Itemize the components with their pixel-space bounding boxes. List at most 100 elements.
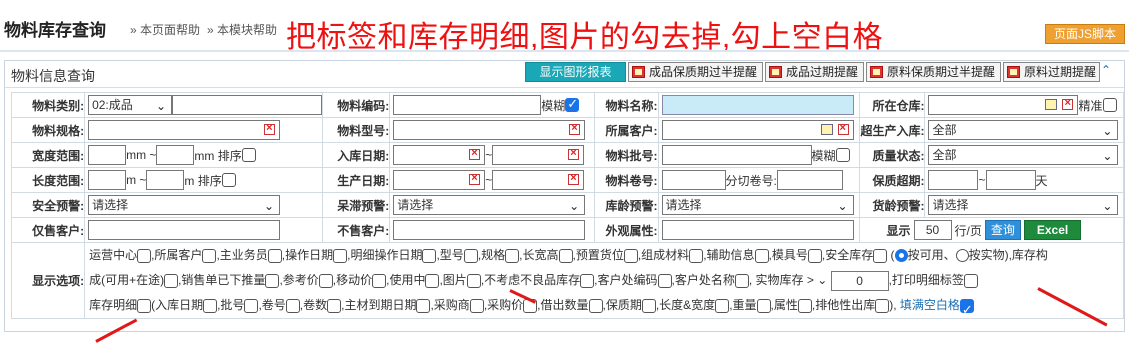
page-js-button[interactable]: 页面JS脚本 — [1045, 24, 1125, 44]
stock-threshold-input[interactable]: 0 — [830, 270, 889, 291]
page-help-link[interactable]: » 本页面帮助 — [130, 21, 200, 38]
option-checkbox[interactable] — [715, 298, 730, 313]
slit-roll-input[interactable] — [776, 170, 843, 190]
width-min-input[interactable] — [88, 145, 127, 165]
per-page-input[interactable]: 50 — [913, 220, 952, 240]
module-help-link[interactable]: » 本模块帮助 — [207, 21, 277, 38]
option-checkbox[interactable] — [333, 248, 348, 263]
picker-icon[interactable] — [820, 124, 833, 135]
inbound-date-to[interactable] — [492, 145, 585, 165]
excel-button[interactable]: Excel — [1023, 220, 1082, 240]
length-max-input[interactable] — [146, 170, 185, 190]
exact-checkbox[interactable] — [1102, 98, 1117, 112]
option-checkbox[interactable] — [463, 248, 478, 263]
production-date-from[interactable] — [393, 170, 486, 190]
spec-input[interactable] — [88, 120, 281, 140]
warehouse-input[interactable] — [928, 95, 1079, 115]
collapse-icon[interactable]: ⌃ — [1101, 63, 1111, 77]
stock-detail-checkbox[interactable] — [137, 298, 152, 313]
option-checkbox[interactable] — [754, 248, 769, 263]
stock-age-select[interactable]: 请选择 ⌄ — [661, 195, 854, 215]
option-checkbox[interactable] — [267, 248, 282, 263]
option-checkbox[interactable] — [797, 298, 812, 313]
option-checkbox[interactable] — [466, 273, 481, 288]
option-checkbox[interactable] — [734, 273, 749, 288]
material-code-input[interactable] — [393, 95, 542, 115]
query-button[interactable]: 查询 — [984, 220, 1021, 240]
quality-status-select[interactable]: 全部 ⌄ — [928, 145, 1119, 165]
fill-blank-checkbox[interactable] — [959, 297, 974, 322]
safety-warning-select[interactable]: 请选择 ⌄ — [88, 195, 281, 215]
inbound-date-from[interactable] — [393, 145, 486, 165]
option-checkbox[interactable] — [425, 273, 440, 288]
option-checkbox[interactable] — [265, 273, 280, 288]
option-checkbox[interactable] — [505, 248, 520, 263]
overdue-max-input[interactable] — [985, 170, 1036, 190]
length-min-input[interactable] — [88, 170, 127, 190]
width-max-input[interactable] — [156, 145, 195, 165]
option-checkbox[interactable] — [623, 248, 638, 263]
option-checkbox[interactable] — [285, 298, 300, 313]
option-checkbox[interactable] — [641, 298, 656, 313]
goods-age-select[interactable]: 请选择 ⌄ — [928, 195, 1119, 215]
slow-moving-select[interactable]: 请选择 ⌄ — [393, 195, 586, 215]
show-label: 显示 — [886, 223, 911, 238]
show-chart-button[interactable]: 显示图形报表 — [525, 62, 626, 82]
sell-only-customer-input[interactable] — [88, 220, 281, 240]
material-name-input[interactable] — [661, 95, 854, 115]
available-radio[interactable] — [894, 249, 908, 263]
option-checkbox[interactable] — [372, 273, 387, 288]
over-production-select[interactable]: 全部 ⌄ — [928, 120, 1119, 140]
option-checkbox[interactable] — [416, 298, 431, 313]
clear-icon[interactable] — [568, 147, 580, 160]
option-checkbox[interactable] — [588, 298, 603, 313]
roll-no-input[interactable] — [661, 170, 726, 190]
category-input[interactable] — [172, 95, 323, 115]
material-expired-button[interactable]: 原料过期提醒 — [1003, 62, 1100, 82]
option-checkbox[interactable] — [327, 298, 342, 313]
option-checkbox[interactable] — [422, 248, 437, 263]
material-half-shelf-life-button[interactable]: 原料保质期过半提醒 — [866, 62, 1001, 82]
clear-icon[interactable] — [469, 172, 481, 185]
width-sort-checkbox[interactable] — [241, 148, 256, 162]
option-checkbox[interactable] — [580, 273, 595, 288]
no-sell-customer-input[interactable] — [393, 220, 586, 240]
overdue-min-input[interactable] — [928, 170, 979, 190]
option-checkbox[interactable] — [807, 248, 822, 263]
option-checkbox[interactable] — [873, 248, 888, 263]
option-checkbox[interactable] — [202, 248, 217, 263]
clear-icon[interactable] — [264, 122, 276, 135]
clear-icon[interactable] — [837, 122, 849, 135]
option-checkbox[interactable] — [875, 298, 890, 313]
option-checkbox[interactable] — [244, 298, 259, 313]
clear-icon[interactable] — [469, 147, 481, 160]
option-checkbox[interactable] — [558, 248, 573, 263]
product-expired-button[interactable]: 成品过期提醒 — [765, 62, 864, 82]
label-inbound-date: 入库日期: — [322, 142, 391, 168]
fuzzy-checkbox[interactable] — [565, 96, 580, 112]
option-checkbox[interactable] — [137, 248, 152, 263]
option-checkbox[interactable] — [469, 298, 484, 313]
option-checkbox[interactable] — [689, 248, 704, 263]
model-input[interactable] — [393, 120, 586, 140]
option-checkbox[interactable] — [756, 298, 771, 313]
length-sort-checkbox[interactable] — [221, 173, 236, 187]
appearance-input[interactable] — [661, 220, 854, 240]
picker-icon[interactable] — [1045, 99, 1058, 110]
option-checkbox[interactable] — [657, 273, 672, 288]
batch-no-input[interactable] — [661, 145, 812, 165]
product-half-shelf-life-button[interactable]: 成品保质期过半提醒 — [628, 62, 763, 82]
clear-icon[interactable] — [568, 172, 580, 185]
option-label: ,采购价 — [483, 298, 524, 312]
physical-radio[interactable] — [955, 249, 969, 263]
print-label-checkbox[interactable] — [963, 273, 978, 288]
option-checkbox[interactable] — [318, 273, 333, 288]
clear-icon[interactable] — [569, 122, 581, 135]
customer-input[interactable] — [661, 120, 854, 140]
option-checkbox[interactable] — [203, 298, 218, 313]
batch-fuzzy-checkbox[interactable] — [835, 148, 850, 162]
category-select[interactable]: 02:成品 ⌄ — [88, 95, 173, 115]
clear-icon[interactable] — [1062, 97, 1074, 110]
option-checkbox[interactable] — [164, 273, 179, 288]
production-date-to[interactable] — [492, 170, 585, 190]
